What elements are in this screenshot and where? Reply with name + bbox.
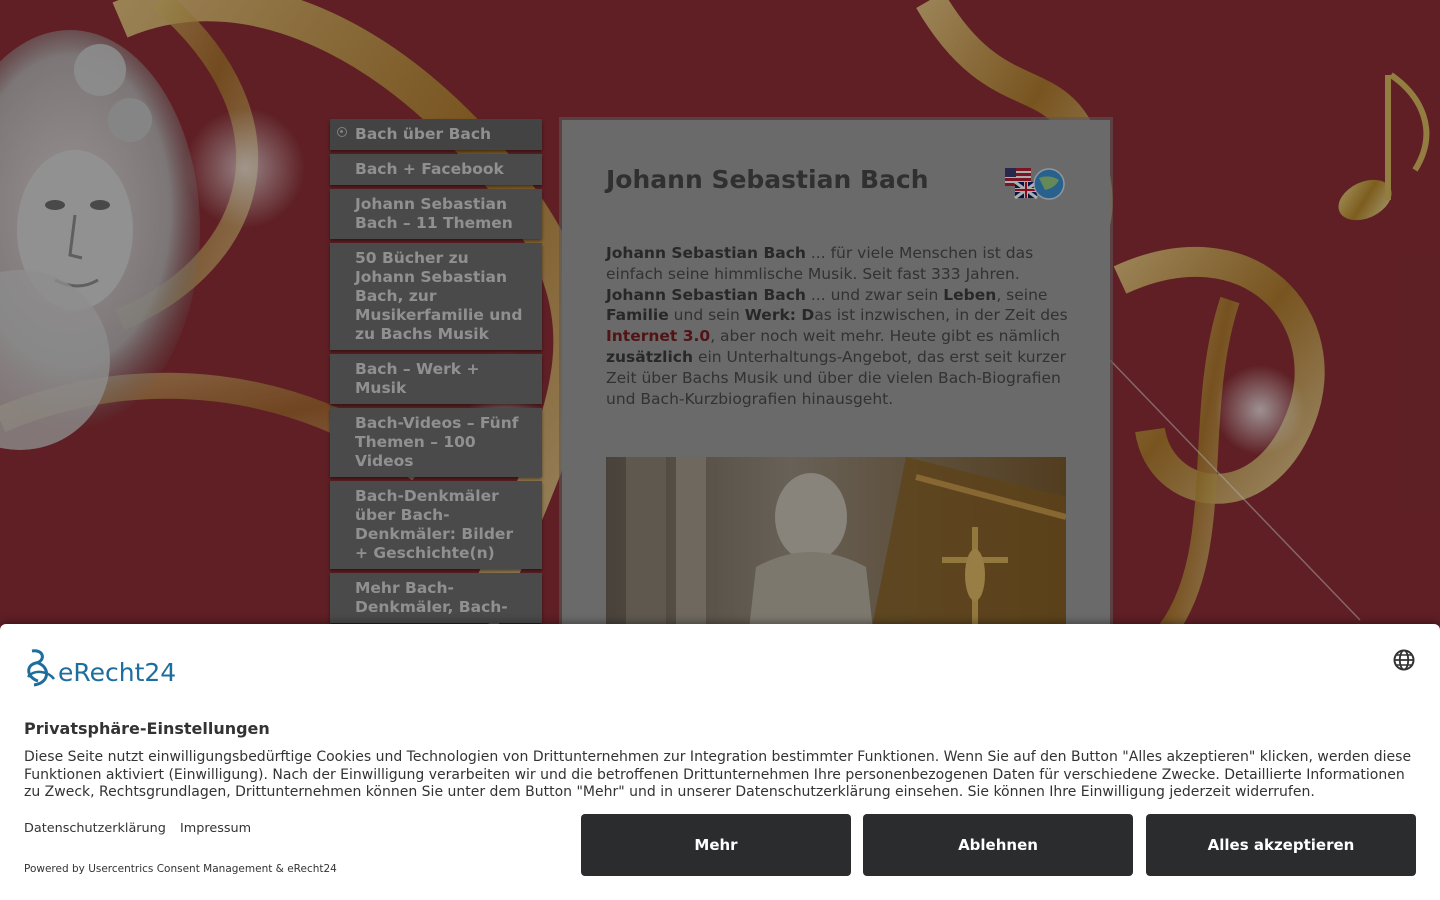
imprint-link[interactable]: Impressum — [180, 821, 251, 836]
more-button[interactable]: Mehr — [581, 814, 851, 876]
accept-all-button[interactable]: Alles akzeptieren — [1146, 814, 1416, 876]
language-globe-icon[interactable] — [1392, 648, 1416, 672]
consent-description: Diese Seite nutzt einwilligungsbedürftig… — [24, 749, 1412, 801]
consent-links: Datenschutzerklärung Impressum — [24, 821, 261, 836]
erecht24-logo: eRecht24 — [27, 649, 176, 687]
deny-button[interactable]: Ablehnen — [863, 814, 1133, 876]
privacy-policy-link[interactable]: Datenschutzerklärung — [24, 821, 166, 836]
consent-title: Privatsphäre-Einstellungen — [24, 719, 270, 738]
svg-text:eRecht24: eRecht24 — [58, 658, 176, 687]
powered-by-text: Powered by Usercentrics Consent Manageme… — [24, 863, 337, 875]
